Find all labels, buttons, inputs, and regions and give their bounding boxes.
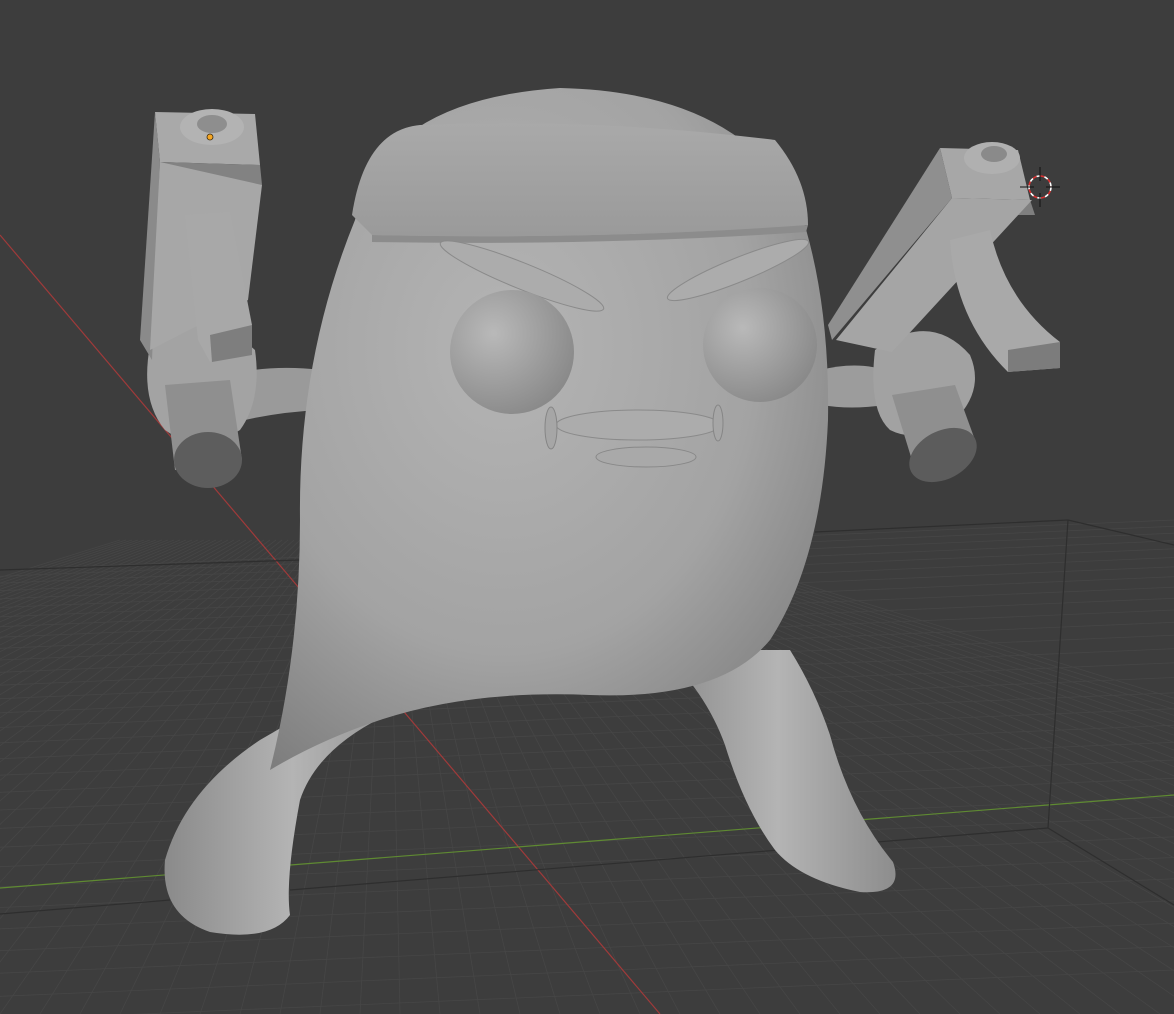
grid-line bbox=[0, 539, 205, 634]
grid-line bbox=[131, 969, 1174, 1014]
grid-line bbox=[0, 692, 1174, 744]
right-arm[interactable] bbox=[820, 142, 1060, 493]
left-arm[interactable] bbox=[140, 109, 330, 488]
headband[interactable] bbox=[352, 123, 808, 243]
grid-line bbox=[0, 539, 235, 668]
grid-line bbox=[0, 539, 145, 590]
left-eye[interactable] bbox=[450, 290, 574, 414]
right-blaster[interactable] bbox=[828, 142, 1060, 493]
right-eye[interactable] bbox=[703, 288, 817, 402]
object-origin-dot[interactable] bbox=[206, 133, 214, 141]
grid-line bbox=[0, 539, 133, 584]
grid-line bbox=[0, 539, 127, 581]
left-blaster[interactable] bbox=[140, 109, 262, 488]
grid-line bbox=[0, 708, 1174, 760]
3d-viewport[interactable] bbox=[0, 0, 1174, 1014]
grid-line bbox=[0, 945, 1174, 997]
grid-line bbox=[0, 539, 199, 628]
right-leg[interactable] bbox=[660, 650, 896, 893]
grid-line bbox=[0, 539, 121, 578]
